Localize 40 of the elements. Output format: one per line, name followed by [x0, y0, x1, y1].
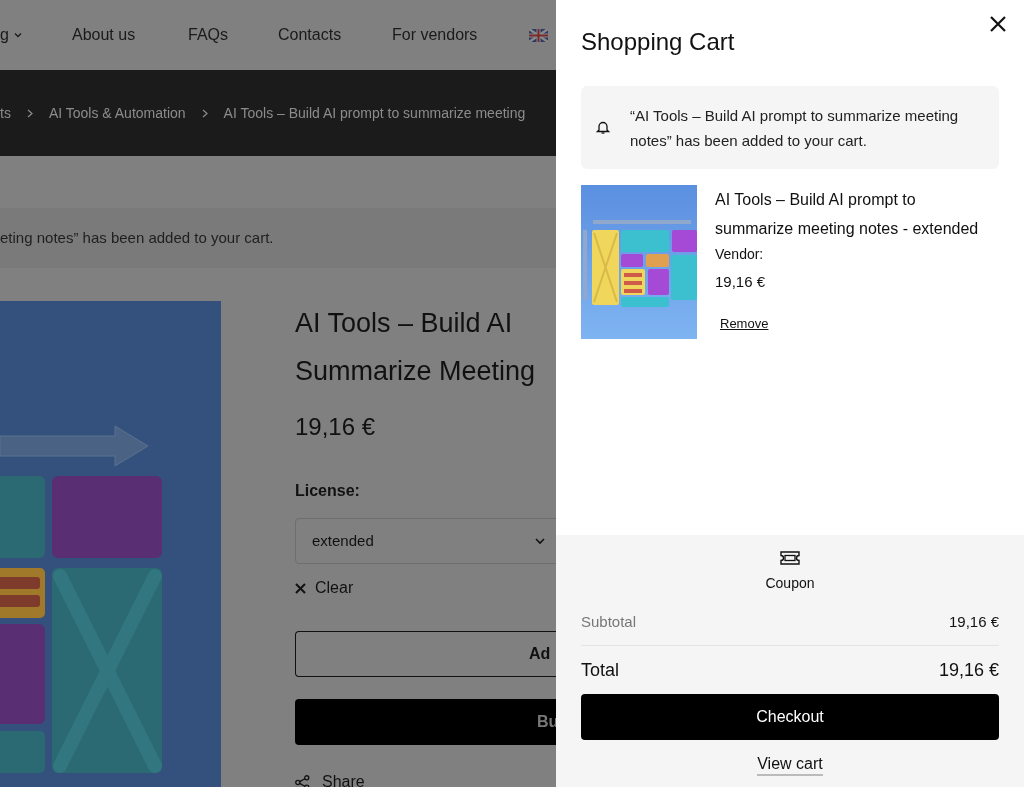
breadcrumb-link[interactable]: AI Tools & Automation — [48, 102, 186, 124]
checkout-button[interactable]: Checkout — [581, 694, 999, 740]
drawer-title: Shopping Cart — [581, 27, 735, 57]
bell-icon — [596, 120, 610, 135]
view-cart-link[interactable]: View cart — [757, 754, 823, 776]
nav-link[interactable]: For vendors — [392, 23, 478, 47]
subtotal-label: Subtotal — [581, 612, 637, 633]
chevron-right-icon — [201, 108, 208, 118]
cart-item-title[interactable]: AI Tools – Build AI prompt to summarize meeting notes - extended — [715, 185, 999, 243]
remove-link[interactable]: Remove — [720, 313, 769, 333]
license-select[interactable]: extended — [295, 518, 556, 564]
ticket-icon — [779, 551, 801, 565]
breadcrumb-link[interactable]: ts — [0, 102, 11, 124]
chevron-down-icon — [12, 30, 23, 40]
clear-link[interactable]: Clear — [295, 576, 556, 600]
vendor-label: Vendor: — [715, 245, 765, 264]
nav-link[interactable]: g — [0, 23, 23, 47]
add-to-cart-button[interactable]: Ad — [295, 631, 556, 677]
nav-link[interactable]: Contacts — [278, 23, 342, 47]
nav-link[interactable]: FAQs — [188, 23, 228, 47]
product-price: 19,16 € — [295, 412, 377, 442]
close-icon — [295, 582, 306, 594]
product-title: Summarize Meeting — [295, 355, 537, 388]
product-title: AI Tools – Build AI — [295, 307, 514, 340]
coupon-button[interactable]: Coupon — [765, 551, 815, 594]
chevron-right-icon — [26, 108, 33, 118]
total-label: Total — [581, 658, 620, 682]
subtotal-value: 19,16 € — [948, 612, 999, 633]
share-icon — [295, 774, 310, 787]
nav-link[interactable]: About us — [72, 23, 136, 47]
share-link[interactable]: Share — [295, 770, 556, 787]
cart-item-price: 19,16 € — [715, 272, 767, 292]
total-value: 19,16 € — [938, 658, 999, 682]
breadcrumb-link[interactable]: AI Tools – Build AI prompt to summarize meeting — [223, 102, 526, 124]
license-label: License: — [295, 481, 361, 501]
flag-icon[interactable] — [529, 28, 548, 42]
notice-text: eting notes” has been added to your cart. — [0, 227, 274, 248]
chevron-down-icon — [534, 535, 546, 547]
notice-text: “AI Tools – Build AI prompt to summarize meeting notes” has been added to your cart. — [630, 105, 960, 151]
close-button[interactable] — [989, 14, 1007, 34]
